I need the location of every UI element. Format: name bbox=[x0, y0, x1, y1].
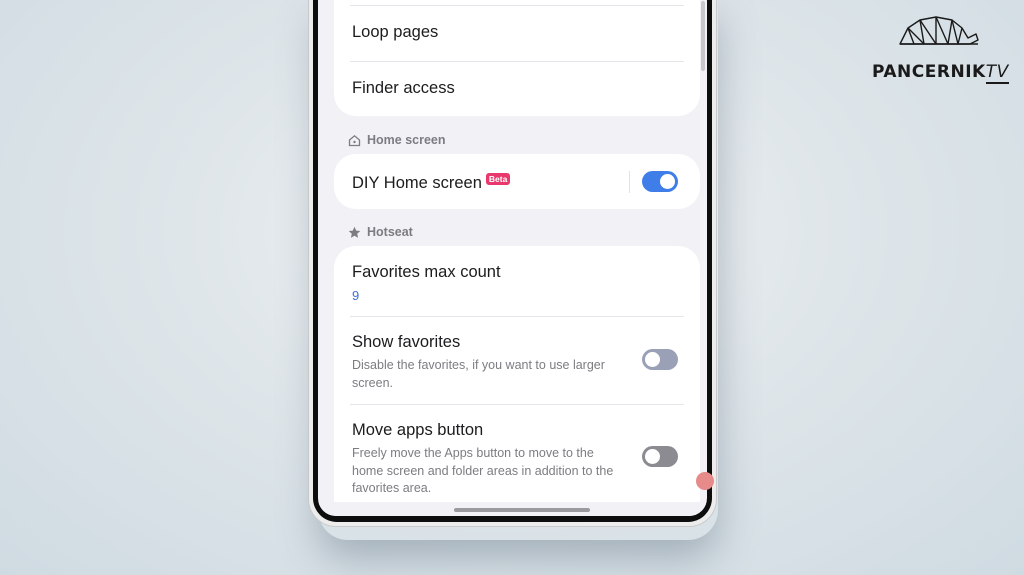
diy-home-screen-toggle[interactable] bbox=[642, 171, 678, 192]
armadillo-logo bbox=[899, 16, 979, 45]
show-favorites-toggle[interactable] bbox=[642, 349, 678, 370]
move-apps-button-label: Move apps button bbox=[352, 421, 484, 439]
general-card: Loop pages Finder access bbox=[334, 0, 700, 116]
phone-frame: Loop pages Finder access Home screen DIY… bbox=[308, 0, 717, 527]
finder-access-label: Finder access bbox=[352, 79, 455, 97]
section-hotseat: Hotseat bbox=[348, 225, 413, 239]
navigation-bar bbox=[318, 502, 707, 516]
move-apps-button-toggle[interactable] bbox=[642, 446, 678, 467]
home-screen-card: DIY Home screen Beta bbox=[334, 154, 700, 209]
show-favorites-description: Disable the favorites, if you want to us… bbox=[352, 358, 605, 390]
home-gesture-bar[interactable] bbox=[454, 508, 590, 512]
favorites-max-count-value: 9 bbox=[352, 288, 360, 303]
section-home-screen-label: Home screen bbox=[367, 133, 446, 147]
favorites-max-count-label: Favorites max count bbox=[352, 263, 501, 281]
section-hotseat-label: Hotseat bbox=[367, 225, 413, 239]
brand-logo: PANCERNIKTV bbox=[872, 14, 1012, 84]
loop-pages-item[interactable]: Loop pages bbox=[352, 23, 682, 42]
edge-panel-handle[interactable] bbox=[696, 472, 714, 490]
diy-home-screen-item[interactable]: DIY Home screen Beta bbox=[352, 173, 682, 193]
section-home-screen: Home screen bbox=[348, 133, 446, 147]
favorites-max-count-item[interactable]: Favorites max count 9 bbox=[352, 263, 682, 303]
finder-access-item[interactable]: Finder access bbox=[352, 79, 682, 98]
brand-wordmark: PANCERNIKTV bbox=[872, 62, 1009, 84]
hotseat-card: Favorites max count 9 Show favorites Dis… bbox=[334, 246, 700, 516]
beta-badge: Beta bbox=[485, 173, 511, 185]
settings-screen: Loop pages Finder access Home screen DIY… bbox=[318, 0, 707, 516]
move-apps-button-item[interactable]: Move apps button Freely move the Apps bu… bbox=[352, 421, 682, 498]
diy-home-screen-label: DIY Home screen bbox=[352, 174, 482, 192]
star-icon bbox=[348, 226, 361, 238]
home-outline-icon bbox=[348, 134, 361, 146]
scrollbar[interactable] bbox=[701, 1, 705, 71]
show-favorites-item[interactable]: Show favorites Disable the favorites, if… bbox=[352, 333, 682, 392]
show-favorites-label: Show favorites bbox=[352, 333, 461, 351]
loop-pages-label: Loop pages bbox=[352, 23, 439, 41]
move-apps-button-description: Freely move the Apps button to move to t… bbox=[352, 446, 614, 495]
